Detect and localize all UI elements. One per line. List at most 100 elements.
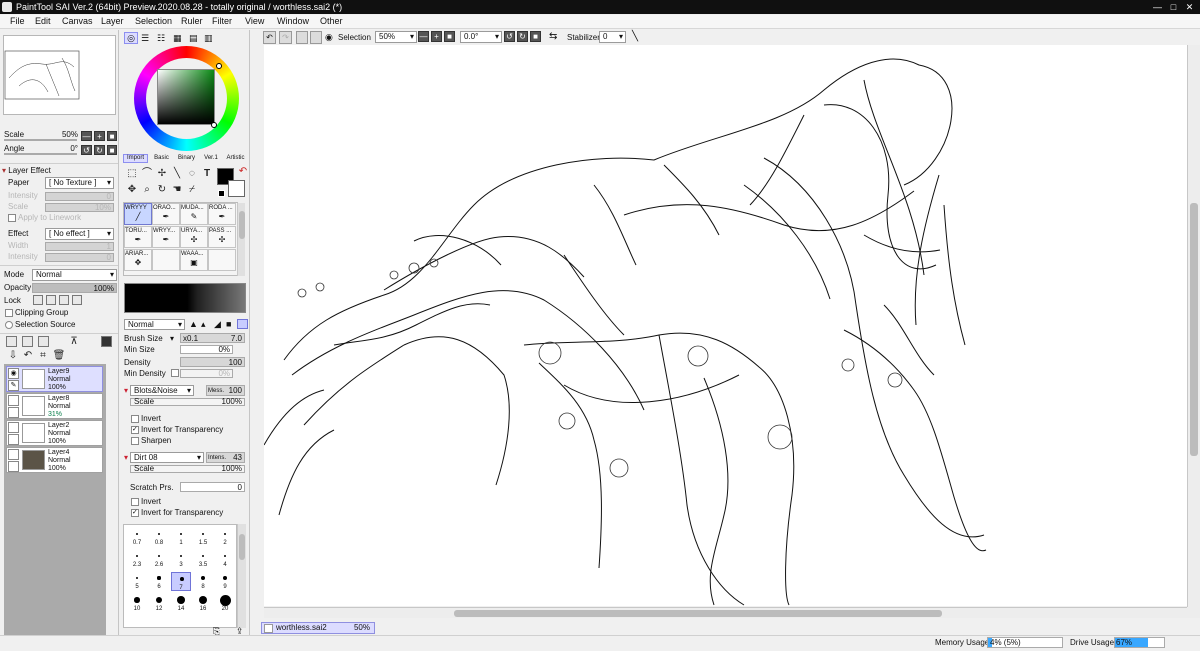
undo-button[interactable]: ↶: [263, 31, 276, 44]
brush-shape-round-icon[interactable]: ▲: [189, 319, 199, 329]
hsv-slider-tab-icon[interactable]: ☷: [157, 33, 167, 43]
brush-size-preset[interactable]: 2: [215, 528, 235, 547]
texture1-scale-slider[interactable]: Scale 100%: [130, 397, 245, 406]
min-size-slider[interactable]: 0%: [180, 345, 233, 354]
brush-size-preset[interactable]: 1.5: [193, 528, 213, 547]
zoom-out-button[interactable]: —: [81, 131, 92, 141]
invert2-checkbox[interactable]: [131, 498, 139, 506]
lock-transparency-icon[interactable]: [33, 295, 43, 305]
angle-slider[interactable]: [4, 153, 77, 155]
lock-move-icon[interactable]: [59, 295, 69, 305]
layer-row[interactable]: ◉ ✎ Layer9 Normal 100%: [6, 366, 103, 392]
texture2-expand-icon[interactable]: ▾: [124, 453, 128, 462]
effect-intensity-slider[interactable]: 0: [45, 253, 114, 262]
rgb-slider-tab-icon[interactable]: ☰: [141, 33, 151, 43]
toolbar-rotate-right-button[interactable]: ↻: [517, 31, 528, 42]
toolbar-rotate-reset-button[interactable]: ■: [530, 31, 541, 42]
brush-size-preset[interactable]: 6: [149, 572, 169, 591]
brush-blend-mode-select[interactable]: Normal ▾: [124, 319, 185, 330]
lock-paint-icon[interactable]: [46, 295, 56, 305]
brush-size-preset[interactable]: 0.8: [149, 528, 169, 547]
toolbar-zoom-reset-button[interactable]: ■: [444, 31, 455, 42]
brush-shape-square-icon[interactable]: ■: [226, 319, 236, 329]
density-slider[interactable]: 100: [180, 357, 245, 367]
text-tool-icon[interactable]: T: [200, 167, 214, 181]
brush-size-preset[interactable]: 12: [149, 594, 169, 613]
brush-size-preset[interactable]: 1: [171, 528, 191, 547]
brush-size-preset[interactable]: 9: [215, 572, 235, 591]
deselect-button[interactable]: [296, 31, 308, 44]
menu-edit[interactable]: Edit: [35, 15, 51, 28]
invert-selection-button[interactable]: [310, 31, 322, 44]
brush-slot[interactable]: WRYYY ╱: [124, 203, 152, 225]
scratch-pressure-slider[interactable]: 0: [180, 482, 245, 492]
brush-size-multiplier-icon[interactable]: ▾: [170, 334, 174, 344]
show-selection-icon[interactable]: ◉: [325, 32, 335, 42]
tab-basic[interactable]: Basic: [151, 155, 172, 163]
brush-shape-selected-icon[interactable]: [237, 319, 248, 329]
clipping-group-checkbox[interactable]: [5, 309, 13, 317]
texture1-expand-icon[interactable]: ▾: [124, 386, 128, 395]
brush-size-preset[interactable]: 3: [171, 550, 191, 569]
rotate-right-button[interactable]: ↻: [94, 145, 105, 155]
hue-handle[interactable]: [216, 63, 222, 69]
lock-all-icon[interactable]: [72, 295, 82, 305]
zoom-reset-button[interactable]: ■: [107, 131, 117, 141]
navigator-preview[interactable]: [3, 35, 116, 115]
eye-icon[interactable]: ◉: [8, 368, 19, 379]
straight-line-icon[interactable]: ╲: [632, 31, 644, 43]
texture2-scale-slider[interactable]: Scale 100%: [130, 464, 245, 473]
brush-slot[interactable]: [208, 249, 236, 271]
eyedropper-icon[interactable]: ⌿: [185, 183, 199, 197]
layer-lock-toggle[interactable]: [8, 461, 19, 472]
layer-row[interactable]: Layer8 Normal 31%: [6, 393, 103, 419]
paper-texture-select[interactable]: [ No Texture ] ▾: [45, 177, 114, 189]
layer-effect-header[interactable]: ▾ Layer Effect: [2, 166, 51, 176]
merge-down-icon[interactable]: ⇩: [6, 349, 20, 363]
brush-slot[interactable]: [152, 249, 180, 271]
invert-transparency-checkbox[interactable]: ✓: [131, 426, 139, 434]
texture1-mess-slider[interactable]: Mess. 100: [206, 385, 245, 396]
new-folder-icon[interactable]: [22, 336, 33, 347]
swatches-tab-icon[interactable]: ▤: [189, 33, 199, 43]
zoom-in-button[interactable]: +: [94, 131, 105, 141]
texture2-intensity-slider[interactable]: Intens. 43: [206, 452, 245, 463]
texture2-select[interactable]: Dirt 08 ▾: [130, 452, 204, 463]
brush-slot[interactable]: URYA... ✣: [180, 226, 208, 248]
invert-transparency2-checkbox[interactable]: ✓: [131, 509, 139, 517]
brush-size-preset[interactable]: 7: [171, 572, 191, 591]
hand-tool-icon[interactable]: ☚: [170, 183, 184, 197]
visibility-toggle[interactable]: [8, 395, 19, 406]
swap-colors-icon[interactable]: ↶: [236, 165, 250, 179]
scale-slider[interactable]: [4, 139, 77, 141]
brush-shape-soft-icon[interactable]: ▴: [201, 319, 211, 329]
visibility-toggle[interactable]: [8, 449, 19, 460]
layer-settings-icon[interactable]: [101, 336, 112, 347]
brush-shape-flat-icon[interactable]: ◢: [214, 319, 224, 329]
tab-ver1[interactable]: Ver.1: [201, 155, 221, 163]
new-mask-icon[interactable]: [38, 336, 49, 347]
brush-size-preset[interactable]: 8: [193, 572, 213, 591]
layer-lock-toggle[interactable]: [8, 407, 19, 418]
effect-width-slider[interactable]: 1: [45, 242, 114, 251]
effect-select[interactable]: [ No effect ] ▾: [45, 228, 114, 240]
rotation-select[interactable]: 0.0° ▾: [460, 31, 502, 43]
dot-scrollbar[interactable]: [237, 524, 246, 628]
menu-file[interactable]: File: [10, 15, 25, 28]
menu-selection[interactable]: Selection: [135, 15, 172, 28]
delete-layer-icon[interactable]: 🗑: [52, 349, 66, 363]
paper-scale-slider[interactable]: 10%: [45, 203, 114, 212]
layer-action-icon[interactable]: ⊼: [67, 335, 81, 349]
rotate-tool-icon[interactable]: ↻: [155, 183, 169, 197]
brush-size-slider[interactable]: x0.1 7.0: [180, 333, 245, 343]
brush-slot[interactable]: PASS ... ✣: [208, 226, 236, 248]
brush-size-preset[interactable]: 0.7: [127, 528, 147, 547]
visibility-toggle[interactable]: [8, 422, 19, 433]
layer-row[interactable]: Layer2 Normal 100%: [6, 420, 103, 446]
redo-button[interactable]: ↷: [279, 31, 292, 44]
close-icon[interactable]: ✕: [1184, 2, 1195, 12]
brush-slot[interactable]: MUDA... ✎: [180, 203, 208, 225]
brush-slot[interactable]: ORAO... ✒: [152, 203, 180, 225]
stabilizer-select[interactable]: 0 ▾: [599, 31, 626, 43]
brush-size-preset[interactable]: 2.6: [149, 550, 169, 569]
